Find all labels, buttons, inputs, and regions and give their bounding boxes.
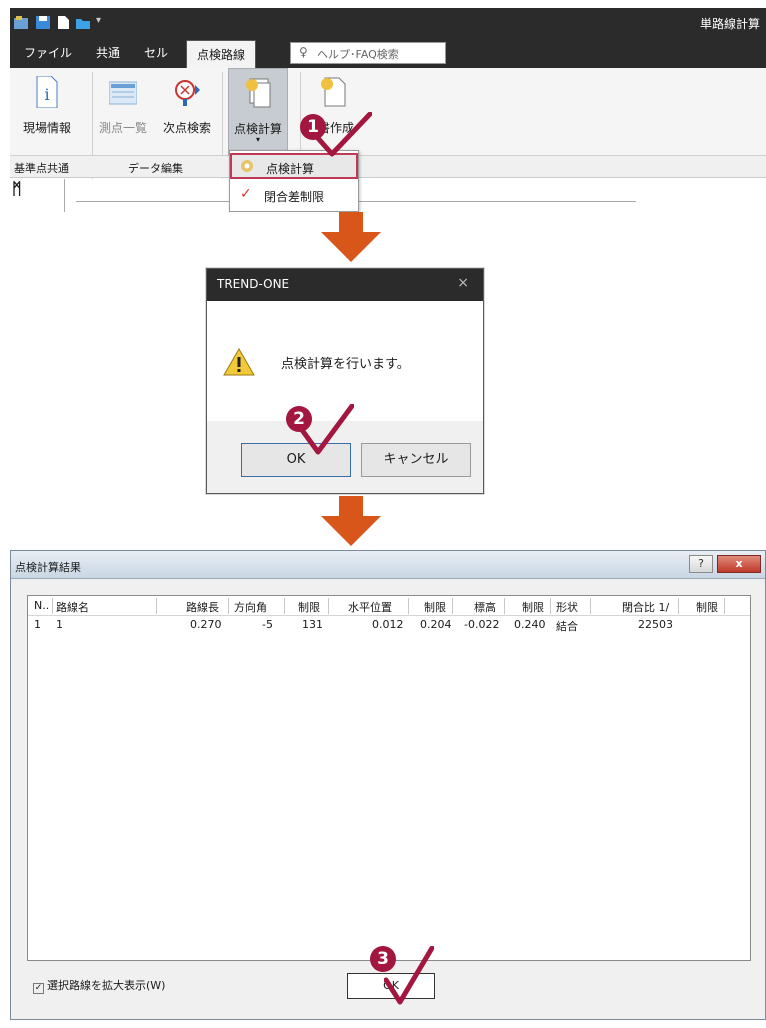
calc-dropdown-menu: 点検計算 ✓ 閉合差制限	[229, 150, 359, 212]
cell-number: 1	[34, 618, 41, 631]
tab-common[interactable]: 共通	[96, 44, 120, 61]
work-area: ᛗ	[10, 179, 766, 212]
result-titlebar: 点検計算結果 ? x	[11, 551, 765, 579]
list-icon	[109, 81, 137, 105]
cell-shape: 結合	[556, 620, 578, 633]
cancel-button[interactable]: キャンセル	[361, 443, 471, 477]
checkmark-icon: ✓	[240, 186, 252, 202]
close-button[interactable]: x	[717, 555, 761, 573]
ribbon-group-labels: 基準点共通 データ編集	[10, 156, 766, 178]
qat-dropdown-icon[interactable]: ▾	[96, 15, 101, 26]
confirm-dialog: TREND-ONE × 点検計算を行います。 OK キャンセル	[206, 268, 484, 494]
save-icon[interactable]	[36, 16, 50, 29]
column-divider	[550, 598, 551, 614]
column-divider	[284, 598, 285, 614]
group-label-data-edit: データ編集	[128, 162, 183, 175]
dialog-message: 点検計算を行います。	[281, 357, 410, 372]
check-mark-icon	[314, 112, 372, 157]
column-header[interactable]: 標高	[474, 599, 496, 615]
help-button[interactable]: ?	[689, 555, 713, 573]
column-header[interactable]: 形状	[556, 599, 578, 615]
window-title: 単路線計算	[699, 17, 760, 31]
ribbon-screenshot: ▾ 単路線計算 ファイル 共通 セル 点検路線 ♀ ヘルプ･FAQ検索 i 現場…	[10, 8, 766, 212]
column-header[interactable]: 制限	[298, 599, 320, 615]
tab-file[interactable]: ファイル	[24, 44, 72, 61]
dialog-body: 点検計算を行います。	[207, 301, 483, 421]
column-header[interactable]: 制限	[522, 599, 544, 615]
result-table[interactable]: N.. 路線名 路線長 方向角 制限 水平位置 制限 標高 制限 形状 閉合比 …	[27, 595, 751, 961]
svg-text:i: i	[44, 85, 49, 104]
group-label-base-common: 基準点共通	[14, 162, 69, 175]
dialog-titlebar: TREND-ONE ×	[207, 269, 483, 301]
table-row[interactable]: 1 1 0.270 -5 131 0.012 0.204 -0.022 0.24…	[28, 617, 748, 633]
cell-limit: 0.240	[514, 618, 546, 631]
column-divider	[408, 598, 409, 614]
arrow-down-icon	[321, 496, 381, 546]
pin-icon[interactable]: ᛗ	[12, 179, 22, 198]
column-divider	[156, 598, 157, 614]
cell-route-name: 1	[56, 618, 63, 631]
gear-icon	[241, 160, 253, 172]
cell-elevation: -0.022	[464, 618, 500, 631]
column-header[interactable]: 制限	[424, 599, 446, 615]
next-point-search-button[interactable]: 次点検索	[156, 68, 218, 156]
arrow-down-icon	[321, 212, 381, 262]
ribbon-body: i 現場情報 測点一覧 次点検索 点検計算 ▾ 書作成	[10, 68, 766, 156]
panel-divider	[64, 179, 65, 212]
column-header[interactable]: 路線名	[56, 599, 89, 615]
column-header[interactable]: 閉合比 1/	[622, 599, 669, 615]
target-search-icon	[175, 80, 200, 106]
check-mark-icon	[300, 404, 354, 455]
site-info-button[interactable]: i 現場情報	[14, 68, 80, 156]
help-search-input[interactable]: ♀ ヘルプ･FAQ検索	[290, 42, 446, 64]
column-divider	[504, 598, 505, 614]
cell-route-length: 0.270	[190, 618, 222, 631]
open-folder-icon[interactable]	[76, 16, 90, 29]
checkbox-icon[interactable]: ✓	[33, 983, 44, 994]
check-mark-icon	[384, 946, 434, 1005]
inspection-calc-button[interactable]: 点検計算 ▾	[228, 68, 288, 156]
cell-limit: 131	[302, 618, 323, 631]
lightbulb-icon: ♀	[299, 45, 308, 59]
column-header[interactable]: 路線長	[186, 599, 219, 615]
column-header[interactable]: 方向角	[234, 599, 267, 615]
cell-limit: 0.204	[420, 618, 452, 631]
column-divider	[228, 598, 229, 614]
tab-cell[interactable]: セル	[144, 44, 168, 61]
warning-icon	[223, 347, 255, 376]
point-list-button[interactable]: 測点一覧	[92, 68, 154, 156]
column-divider	[328, 598, 329, 614]
column-divider	[452, 598, 453, 614]
column-header[interactable]: 水平位置	[348, 599, 392, 615]
menu-item-closure-limit[interactable]: ✓ 閉合差制限	[230, 183, 358, 209]
column-divider	[52, 598, 53, 614]
cell-horizontal: 0.012	[372, 618, 404, 631]
app-titlebar: ▾ 単路線計算	[10, 8, 766, 38]
info-icon: i	[36, 76, 58, 108]
report-icon	[321, 77, 346, 107]
column-divider	[678, 598, 679, 614]
chevron-down-icon: ▾	[255, 135, 260, 144]
column-divider	[724, 598, 725, 614]
ribbon-tabs: ファイル 共通 セル 点検路線 ♀ ヘルプ･FAQ検索	[10, 38, 766, 68]
cell-closure-ratio: 22503	[638, 618, 673, 631]
app-icon	[14, 16, 28, 29]
table-header: N.. 路線名 路線長 方向角 制限 水平位置 制限 標高 制限 形状 閉合比 …	[28, 596, 750, 616]
column-header[interactable]: 制限	[696, 599, 718, 615]
column-divider	[590, 598, 591, 614]
close-icon[interactable]: ×	[457, 275, 469, 291]
cell-direction-angle: -5	[262, 618, 273, 631]
zoom-selected-checkbox[interactable]: ✓ 選択路線を拡大表示(W)	[33, 977, 165, 994]
column-header[interactable]: N..	[34, 599, 49, 612]
calc-docs-icon	[246, 78, 271, 108]
tab-inspection-route[interactable]: 点検路線	[186, 40, 257, 68]
new-file-icon[interactable]	[56, 16, 70, 29]
